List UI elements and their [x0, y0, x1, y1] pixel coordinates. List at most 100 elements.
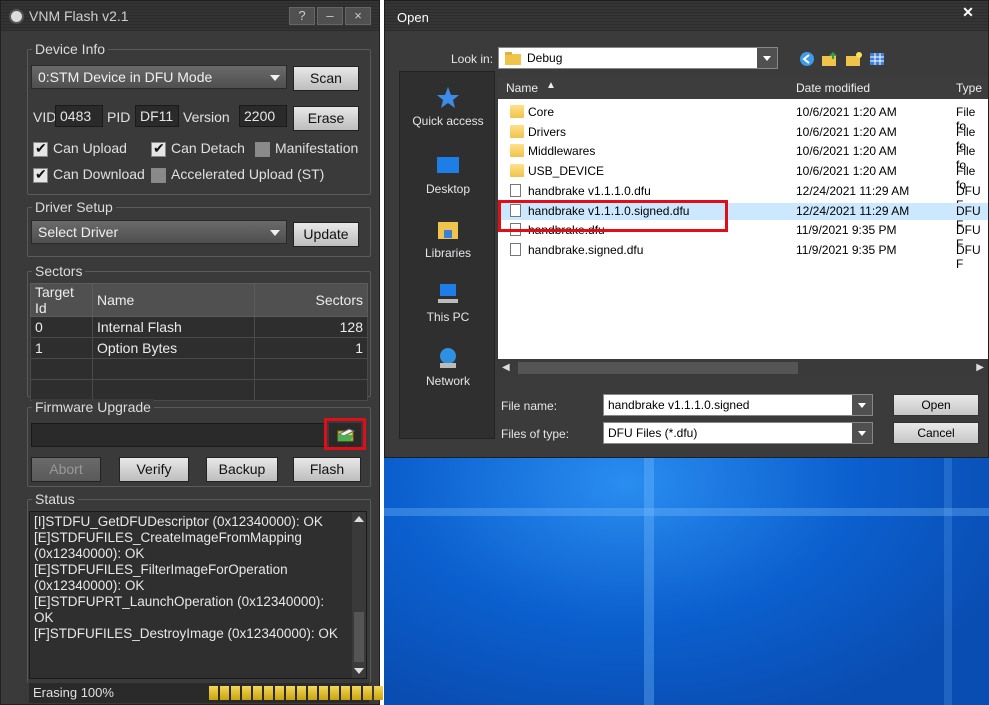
libraries-icon	[438, 222, 458, 239]
close-button[interactable]: ×	[345, 7, 371, 25]
column-header-date[interactable]: Date modified	[796, 81, 870, 95]
status-line: (0x12340000): OK	[34, 546, 145, 561]
file-row[interactable]: Core 10/6/2021 1:20 AM File fo	[498, 104, 988, 133]
scan-button[interactable]: Scan	[293, 66, 359, 91]
sectors-cell: 1	[254, 337, 368, 359]
sectors-legend: Sectors	[32, 263, 86, 279]
desktop-wallpaper	[384, 458, 989, 705]
minimize-button[interactable]: –	[317, 7, 343, 25]
target-id-cell: 1	[30, 337, 93, 359]
driver-select[interactable]: Select Driver	[31, 220, 287, 244]
firmware-path-field[interactable]	[31, 423, 325, 447]
file-type-label: Files of type:	[501, 427, 570, 441]
close-icon[interactable]: ✕	[954, 4, 982, 22]
accelerated-upload-checkbox[interactable]	[151, 168, 166, 183]
file-row[interactable]: USB_DEVICE 10/6/2021 1:20 AM File fo	[498, 163, 988, 192]
column-header-name[interactable]: Name	[92, 283, 255, 317]
can-upload-checkbox[interactable]	[33, 140, 48, 157]
file-name-input[interactable]: handbrake v1.1.1.0.signed	[603, 394, 873, 416]
folder-icon	[505, 52, 521, 65]
file-icon	[510, 183, 521, 197]
scroll-thumb[interactable]	[518, 362, 798, 374]
file-name: handbrake.signed.dfu	[528, 242, 644, 257]
file-date: 11/9/2021 9:35 PM	[796, 242, 897, 257]
scroll-right-icon[interactable]: ▶	[976, 362, 984, 373]
place-network[interactable]: Network	[400, 346, 496, 388]
can-detach-label: Can Detach	[171, 140, 245, 156]
scroll-up-icon[interactable]	[354, 516, 364, 522]
back-icon[interactable]	[799, 51, 815, 67]
progress-segment	[264, 686, 273, 700]
up-folder-icon[interactable]	[821, 51, 839, 67]
file-name-label: File name:	[501, 399, 558, 413]
name-cell: Option Bytes	[92, 337, 255, 359]
place-libraries[interactable]: Libraries	[400, 218, 496, 260]
manifestation-checkbox[interactable]	[255, 142, 270, 157]
status-log[interactable]: [I]STDFU_GetDFUDescriptor (0x12340000): …	[29, 511, 367, 679]
name-cell: Internal Flash	[92, 316, 255, 338]
folder-icon	[510, 124, 524, 138]
place-quick-access[interactable]: Quick access	[400, 86, 496, 128]
column-header-type[interactable]: Type	[956, 81, 982, 95]
file-type: DFU F	[956, 242, 981, 271]
status-scrollbar[interactable]	[352, 512, 366, 678]
vid-field: 0483	[55, 105, 103, 127]
backup-button[interactable]: Backup	[206, 457, 278, 482]
horizontal-scrollbar[interactable]: ◀ ▶	[498, 359, 988, 377]
progress-segment	[253, 686, 262, 700]
file-name: Drivers	[528, 124, 566, 139]
file-type-value: DFU Files (*.dfu)	[608, 426, 698, 440]
flash-button[interactable]: Flash	[293, 457, 361, 482]
progress-segment	[220, 686, 229, 700]
scroll-down-icon[interactable]	[354, 668, 364, 674]
look-in-value: Debug	[527, 51, 563, 65]
target-id-cell: 0	[30, 316, 93, 338]
can-download-label: Can Download	[53, 166, 145, 182]
table-row[interactable]: 1 Option Bytes 1	[30, 337, 368, 359]
scroll-left-icon[interactable]: ◀	[502, 362, 510, 373]
device-info-legend: Device Info	[32, 41, 109, 57]
abort-button[interactable]: Abort	[31, 457, 101, 482]
app-logo-icon	[9, 9, 24, 24]
vnm-window-title: VNM Flash v2.1	[29, 8, 129, 24]
file-date: 10/6/2021 1:20 AM	[796, 105, 897, 119]
chevron-down-icon[interactable]	[852, 395, 872, 415]
file-name: handbrake v1.1.1.0.dfu	[528, 183, 651, 198]
table-row[interactable]: 0 Internal Flash 128	[30, 316, 368, 338]
help-button[interactable]: ?	[289, 7, 315, 25]
verify-button[interactable]: Verify	[119, 457, 189, 482]
status-line: [E]STDFUPRT_LaunchOperation (0x12340000)…	[34, 594, 325, 609]
open-button[interactable]: Open	[893, 394, 979, 416]
update-button[interactable]: Update	[293, 222, 359, 247]
chevron-down-icon[interactable]	[757, 48, 777, 68]
folder-icon	[510, 164, 524, 178]
file-list-header: Name ▲ Date modified Type	[498, 77, 988, 99]
view-menu-icon[interactable]	[869, 51, 885, 67]
look-in-select[interactable]: Debug	[498, 47, 778, 69]
file-row[interactable]: handbrake.signed.dfu 11/9/2021 9:35 PM DFU…	[498, 242, 988, 271]
file-type-select[interactable]: DFU Files (*.dfu)	[603, 422, 873, 444]
column-header-target-id[interactable]: Target Id	[30, 283, 93, 317]
place-desktop[interactable]: Desktop	[400, 154, 496, 196]
file-row[interactable]: Drivers 10/6/2021 1:20 AM File fo	[498, 124, 988, 153]
cancel-button[interactable]: Cancel	[893, 422, 979, 444]
new-folder-icon[interactable]	[845, 51, 863, 67]
can-download-checkbox[interactable]	[33, 166, 48, 183]
scroll-thumb[interactable]	[354, 612, 364, 662]
column-header-name[interactable]: Name	[506, 81, 538, 95]
can-detach-checkbox[interactable]	[151, 140, 166, 157]
driver-select-value: Select Driver	[38, 224, 119, 240]
erase-button[interactable]: Erase	[293, 106, 359, 131]
can-upload-label: Can Upload	[53, 140, 127, 156]
device-select[interactable]: 0:STM Device in DFU Mode	[31, 65, 287, 89]
column-header-sectors[interactable]: Sectors	[254, 283, 368, 317]
progress-segment	[319, 686, 328, 700]
chevron-down-icon[interactable]	[852, 423, 872, 443]
chevron-down-icon	[270, 75, 280, 81]
file-row[interactable]: handbrake v1.1.1.0.dfu 12/24/2021 11:29 A…	[498, 183, 988, 212]
place-label: Quick access	[412, 114, 484, 128]
pid-label: PID	[107, 109, 131, 125]
star-icon	[437, 87, 459, 108]
place-this-pc[interactable]: This PC	[400, 282, 496, 324]
file-row[interactable]: Middlewares 10/6/2021 1:20 AM File fo	[498, 143, 988, 172]
